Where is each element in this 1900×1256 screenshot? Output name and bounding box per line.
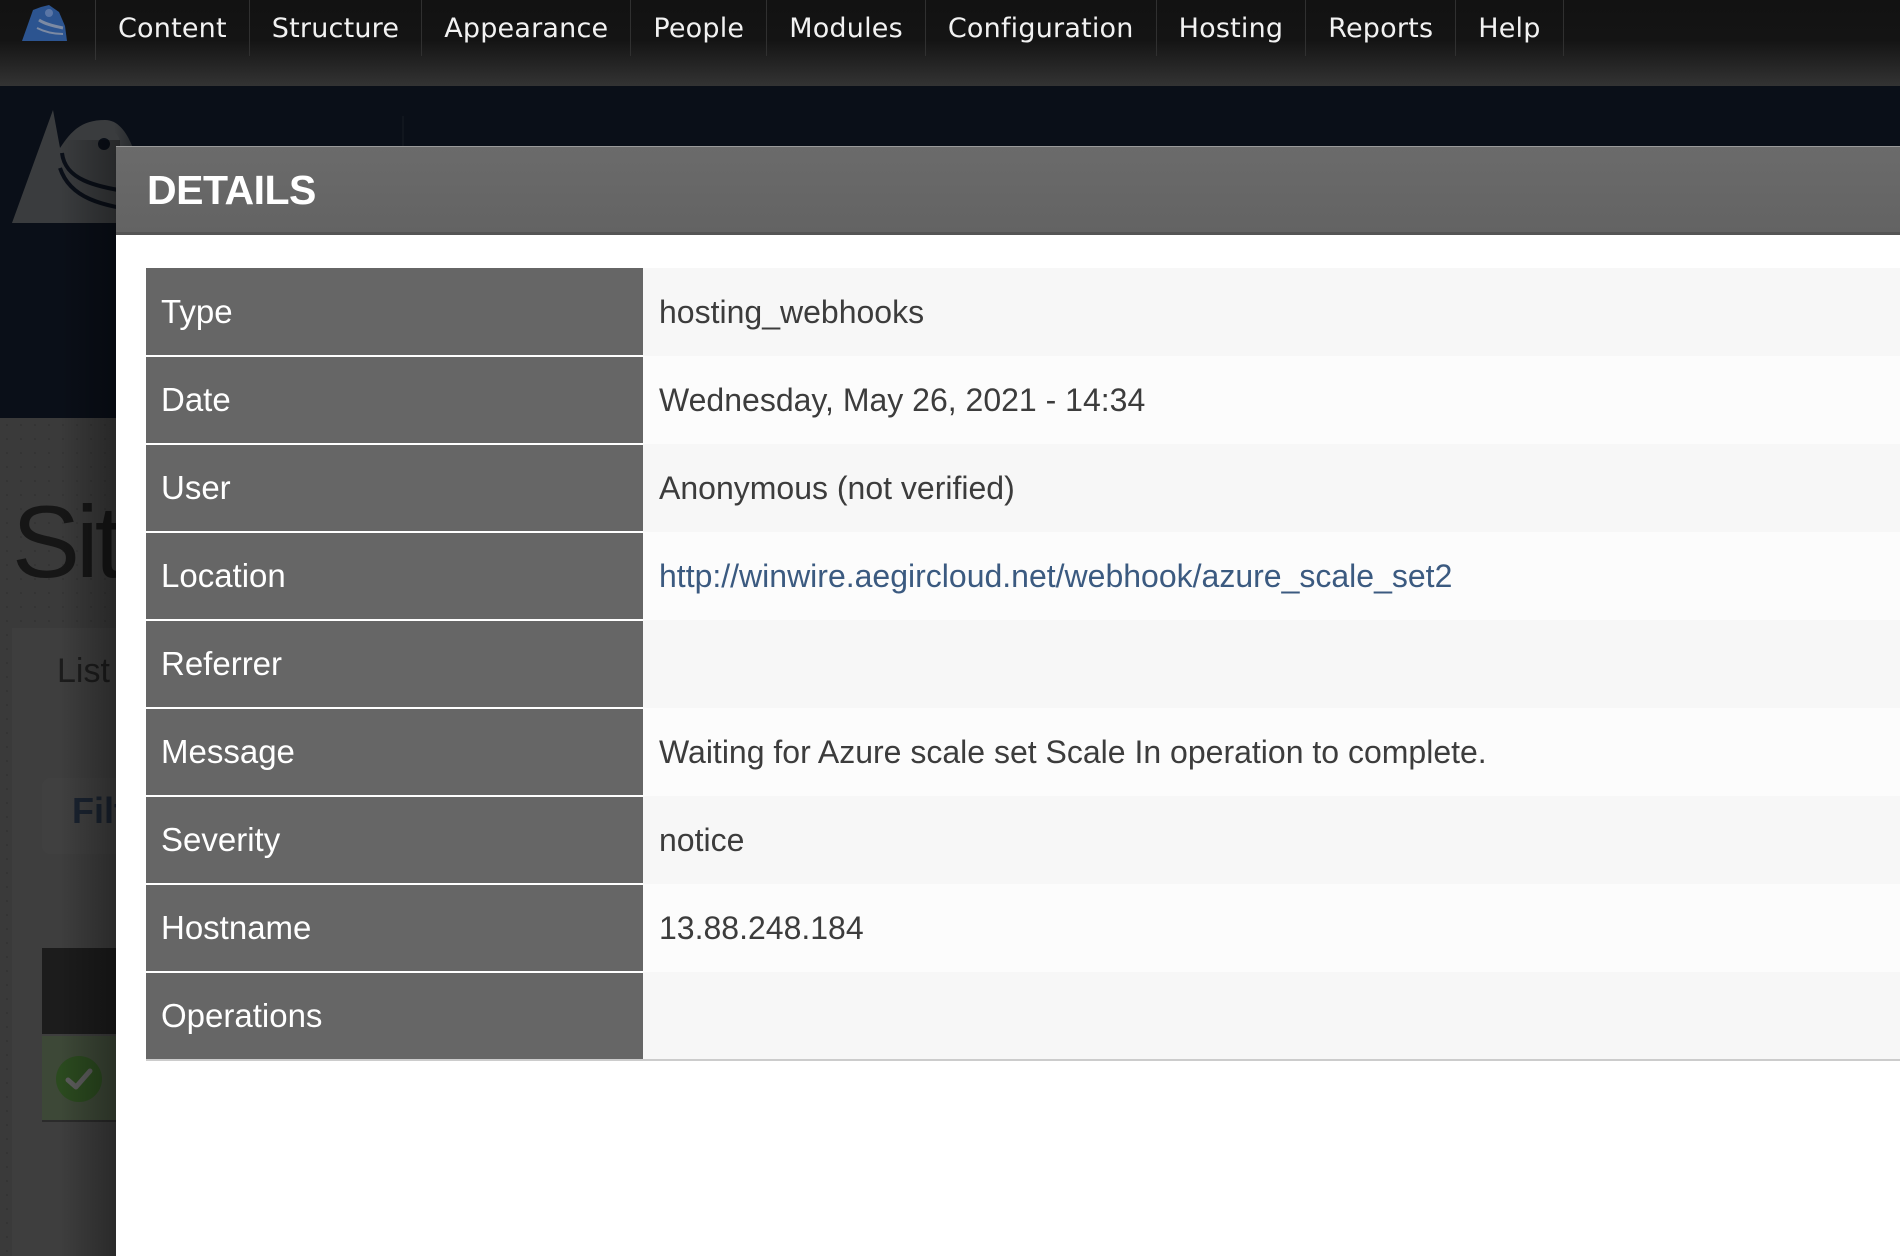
nav-item-modules[interactable]: Modules [767, 0, 926, 56]
nav-item-help[interactable]: Help [1456, 0, 1564, 56]
row-label-operations: Operations [146, 972, 643, 1060]
row-value-user: Anonymous (not verified) [643, 444, 1900, 532]
row-label-hostname: Hostname [146, 884, 643, 973]
table-row: Location http://winwire.aegircloud.net/w… [146, 532, 1900, 621]
table-row: Severity notice [146, 796, 1900, 885]
table-row: Referrer [146, 620, 1900, 709]
row-value-severity: notice [643, 796, 1900, 884]
row-label-user: User [146, 444, 643, 533]
row-label-message: Message [146, 708, 643, 797]
nav-item-reports[interactable]: Reports [1306, 0, 1457, 56]
row-value-date: Wednesday, May 26, 2021 - 14:34 [643, 356, 1900, 444]
nav-item-configuration[interactable]: Configuration [926, 0, 1157, 56]
table-row: Message Waiting for Azure scale set Scal… [146, 708, 1900, 797]
row-value-hostname: 13.88.248.184 [643, 884, 1900, 972]
row-value-operations [643, 972, 1900, 1060]
nav-item-people[interactable]: People [631, 0, 768, 56]
location-link[interactable]: http://winwire.aegircloud.net/webhook/az… [659, 558, 1452, 594]
table-row: User Anonymous (not verified) [146, 444, 1900, 533]
druplicon-icon[interactable] [19, 4, 69, 44]
row-value-type: hosting_webhooks [643, 268, 1900, 356]
header-divider [402, 116, 404, 146]
row-label-date: Date [146, 356, 643, 445]
toolbar-nav: Content Structure Appearance People Modu… [96, 0, 1564, 56]
row-value-location: http://winwire.aegircloud.net/webhook/az… [643, 532, 1900, 620]
nav-item-appearance[interactable]: Appearance [422, 0, 632, 56]
row-label-severity: Severity [146, 796, 643, 885]
row-label-referrer: Referrer [146, 620, 643, 709]
table-row: Hostname 13.88.248.184 [146, 884, 1900, 973]
nav-item-content[interactable]: Content [96, 0, 250, 56]
admin-toolbar: Content Structure Appearance People Modu… [0, 0, 1900, 86]
table-row: Date Wednesday, May 26, 2021 - 14:34 [146, 356, 1900, 445]
row-value-message: Waiting for Azure scale set Scale In ope… [643, 708, 1900, 796]
table-row: Type hosting_webhooks [146, 268, 1900, 357]
table-row: Operations [146, 972, 1900, 1060]
details-table: Type hosting_webhooks Date Wednesday, Ma… [146, 268, 1900, 1061]
row-label-location: Location [146, 532, 643, 621]
modal-shadow [60, 140, 120, 1256]
row-value-referrer [643, 620, 1900, 708]
modal-header[interactable]: DETAILS [116, 146, 1900, 235]
nav-item-structure[interactable]: Structure [250, 0, 423, 56]
row-label-type: Type [146, 268, 643, 357]
details-modal: DETAILS Type hosting_webhooks Date Wedne… [116, 146, 1900, 1256]
modal-title: DETAILS [147, 167, 316, 213]
nav-item-hosting[interactable]: Hosting [1157, 0, 1307, 56]
